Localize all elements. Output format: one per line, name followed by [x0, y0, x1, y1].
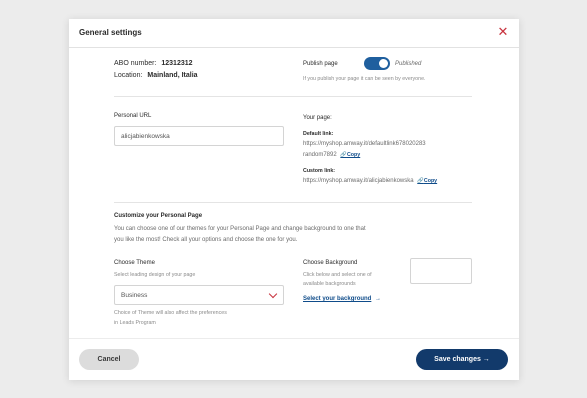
theme-select[interactable]: Business: [114, 285, 284, 305]
abo-number-label: ABO number:: [114, 60, 157, 67]
copy-custom-link[interactable]: 🔗Copy: [417, 178, 437, 184]
arrow-right-icon: →: [375, 296, 382, 302]
copy-default-link[interactable]: 🔗Copy: [340, 152, 360, 158]
publish-label: Publish page: [303, 61, 338, 67]
personal-url-input[interactable]: alicjabienkowska: [114, 126, 284, 146]
your-page-label: Your page:: [303, 115, 332, 121]
divider: [114, 96, 472, 97]
publish-toggle[interactable]: [364, 57, 390, 70]
location-label: Location:: [114, 72, 143, 79]
select-background-text[interactable]: Select your background: [303, 296, 371, 302]
divider: [114, 202, 472, 203]
cancel-button[interactable]: Cancel: [79, 349, 139, 370]
location: Location: Mainland, Italia: [114, 72, 198, 79]
background-help-line1: Click below and select one of: [303, 272, 372, 278]
select-background-link[interactable]: Select your background →: [303, 296, 381, 302]
close-icon[interactable]: ✕: [496, 25, 510, 39]
abo-number-value: 12312312: [161, 60, 193, 67]
custom-link-text: https://myshop.amway.it/alicjabienkowska: [303, 178, 414, 184]
customize-desc-line2: you like the most! Check all your option…: [114, 237, 298, 243]
general-settings-modal: General settings ✕ ABO number: 12312312 …: [69, 19, 519, 380]
copy-label: Copy: [423, 178, 438, 184]
link-icon: 🔗: [340, 152, 347, 158]
background-help-line2: available backgrounds: [303, 281, 356, 287]
save-changes-button[interactable]: Save changes →: [416, 349, 508, 370]
customize-title: Customize your Personal Page: [114, 213, 203, 219]
publish-status: Published: [395, 61, 422, 67]
modal-footer: Cancel Save changes →: [69, 338, 519, 380]
theme-selected-value: Business: [121, 292, 148, 299]
default-link-label: Default link:: [303, 131, 334, 137]
abo-number: ABO number: 12312312: [114, 60, 193, 67]
default-link-line2-text: random7892: [303, 152, 337, 158]
chevron-down-icon: [268, 289, 278, 299]
toggle-knob: [379, 59, 388, 68]
personal-url-label: Personal URL: [114, 113, 152, 119]
custom-link-label: Custom link:: [303, 168, 336, 174]
theme-note-line2: in Leads Program: [114, 320, 156, 326]
publish-help: If you publish your page it can be seen …: [303, 76, 426, 82]
customize-desc-line1: You can choose one of our themes for you…: [114, 226, 366, 232]
copy-label: Copy: [346, 152, 361, 158]
choose-theme-help: Select leading design of your page: [114, 272, 196, 278]
link-icon: 🔗: [417, 178, 424, 184]
modal-title: General settings: [79, 28, 142, 37]
default-link-line1: https://myshop.amway.it/defaultlink67802…: [303, 141, 426, 147]
choose-background-label: Choose Background: [303, 260, 358, 266]
choose-theme-label: Choose Theme: [114, 260, 155, 266]
custom-link: https://myshop.amway.it/alicjabienkowska…: [303, 178, 437, 184]
background-preview[interactable]: [410, 258, 472, 284]
default-link-line2: random7892 🔗Copy: [303, 152, 360, 158]
personal-url-value: alicjabienkowska: [121, 133, 170, 140]
modal-header: General settings ✕: [69, 19, 519, 48]
location-value: Mainland, Italia: [147, 72, 198, 79]
theme-note-line1: Choice of Theme will also affect the pre…: [114, 310, 227, 316]
